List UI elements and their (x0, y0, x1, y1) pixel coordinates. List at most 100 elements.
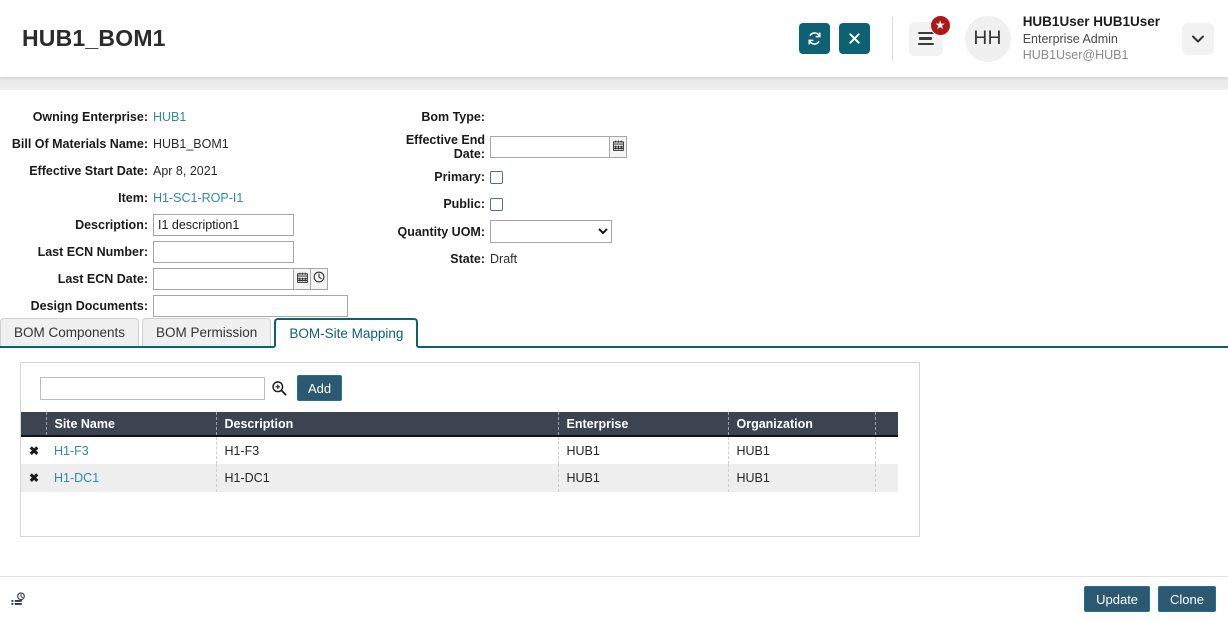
calendar-icon-button[interactable] (610, 136, 627, 158)
row-delete-cell[interactable]: ✖ (21, 464, 46, 492)
cell-enterprise: HUB1 (558, 436, 729, 464)
item-link[interactable]: H1-SC1-ROP-I1 (153, 191, 243, 205)
col-organization[interactable]: Organization (728, 412, 876, 437)
close-icon (848, 32, 861, 45)
form-column-left: Owning Enterprise: HUB1 Bill Of Material… (0, 106, 370, 336)
field-item: Item: H1-SC1-ROP-I1 (0, 187, 370, 209)
field-bom-name: Bill Of Materials Name: HUB1_BOM1 (0, 133, 370, 155)
col-enterprise[interactable]: Enterprise (558, 412, 729, 437)
state-value: Draft (490, 252, 518, 266)
cell-spacer (875, 464, 898, 492)
refresh-button[interactable] (798, 23, 830, 54)
footer-bar: Update Clone (0, 576, 1228, 621)
user-email: HUB1User@HUB1 (1022, 48, 1129, 63)
field-label: Effective End Date: (405, 133, 485, 161)
header-divider (891, 16, 893, 61)
field-label: Last ECN Date: (57, 272, 148, 286)
user-info: HUB1User HUB1User Enterprise Admin HUB1U… (1023, 13, 1160, 64)
field-effective-end-date: Effective End Date: (380, 133, 710, 161)
row-delete-cell[interactable]: ✖ (21, 436, 46, 464)
cell-description: H1-DC1 (216, 464, 559, 492)
col-spacer (875, 412, 898, 437)
table-header-row: Site Name Description Enterprise Organiz… (21, 412, 898, 437)
field-label: Bom Type: (421, 110, 485, 124)
cell-site-name: H1-F3 (46, 436, 217, 464)
last-ecn-number-input[interactable] (153, 241, 294, 263)
bom-name-value: HUB1_BOM1 (153, 137, 229, 151)
user-role: Enterprise Admin (1022, 31, 1118, 46)
avatar: HH (964, 15, 1011, 62)
application-window: HUB1_BOM1 ★ HH HUB1User HUB1User Enterpr… (0, 0, 1228, 621)
menu-wrapper: ★ (908, 14, 951, 56)
field-label: Owning Enterprise: (32, 110, 148, 124)
calendar-icon (612, 138, 624, 156)
footer-actions: Update Clone (1084, 586, 1216, 612)
effective-end-date-input[interactable] (490, 136, 610, 158)
field-effective-start-date: Effective Start Date: Apr 8, 2021 (0, 160, 370, 182)
update-button[interactable]: Update (1084, 586, 1151, 612)
field-label: Bill Of Materials Name: (11, 137, 148, 151)
clone-button[interactable]: Clone (1158, 586, 1216, 612)
description-input[interactable] (153, 214, 294, 236)
field-label: Primary: (434, 170, 485, 184)
field-last-ecn-number: Last ECN Number: (0, 241, 370, 263)
col-delete (21, 412, 47, 437)
field-state: State: Draft (380, 248, 710, 270)
cell-organization: HUB1 (728, 436, 876, 464)
add-button[interactable]: Add (297, 375, 343, 401)
quantity-uom-select[interactable] (490, 220, 612, 243)
delete-x-icon[interactable]: ✖ (29, 471, 39, 485)
history-log-icon[interactable] (10, 591, 27, 608)
field-label: Description: (75, 218, 148, 232)
clock-icon (313, 270, 325, 288)
col-description[interactable]: Description (216, 412, 559, 437)
field-primary: Primary: (380, 166, 710, 188)
field-label: State: (450, 252, 485, 266)
clock-icon-button[interactable] (311, 268, 328, 290)
design-documents-input[interactable] (153, 295, 348, 317)
table-row: ✖ H1-F3 H1-F3 HUB1 HUB1 (21, 436, 898, 464)
cell-spacer (875, 436, 898, 464)
field-owning-enterprise: Owning Enterprise: HUB1 (0, 106, 370, 128)
tab-bom-permission[interactable]: BOM Permission (142, 318, 272, 346)
calendar-icon-button[interactable] (294, 268, 311, 290)
field-label: Public: (443, 197, 485, 211)
field-quantity-uom: Quantity UOM: (380, 220, 710, 243)
cell-site-name: H1-DC1 (46, 464, 217, 492)
tab-bom-components[interactable]: BOM Components (0, 318, 140, 346)
field-description: Description: (0, 214, 370, 236)
cell-description: H1-F3 (216, 436, 559, 464)
field-label: Effective Start Date: (29, 164, 148, 178)
last-ecn-date-input[interactable] (153, 268, 294, 290)
site-name-link[interactable]: H1-F3 (54, 444, 89, 458)
effective-start-date-value: Apr 8, 2021 (153, 164, 218, 178)
star-badge-icon: ★ (929, 14, 951, 36)
tab-bar: BOM Components BOM Permission BOM-Site M… (0, 318, 1228, 348)
search-input[interactable] (40, 376, 265, 400)
public-checkbox[interactable] (490, 197, 503, 211)
col-site-name[interactable]: Site Name (46, 412, 217, 437)
content-card: Owning Enterprise: HUB1 Bill Of Material… (0, 90, 1228, 576)
primary-checkbox[interactable] (490, 170, 503, 184)
user-menu-button[interactable] (1182, 22, 1214, 55)
field-label: Last ECN Number: (37, 245, 148, 259)
owning-enterprise-link[interactable]: HUB1 (153, 110, 186, 124)
field-bom-type: Bom Type: (380, 106, 710, 128)
close-button[interactable] (838, 23, 870, 54)
cell-organization: HUB1 (728, 464, 876, 492)
field-label: Item: (118, 191, 148, 205)
header-actions: ★ HH HUB1User HUB1User Enterprise Admin … (790, 0, 1228, 77)
calendar-icon (296, 270, 308, 288)
site-mapping-table: Site Name Description Enterprise Organiz… (21, 412, 898, 492)
site-name-link[interactable]: H1-DC1 (54, 471, 99, 485)
tab-bom-site-mapping[interactable]: BOM-Site Mapping (274, 318, 419, 348)
field-last-ecn-date: Last ECN Date: (0, 268, 370, 290)
search-row: Add (21, 363, 919, 401)
magnifier-plus-icon[interactable] (271, 380, 287, 396)
cell-enterprise: HUB1 (558, 464, 729, 492)
page-title: HUB1_BOM1 (22, 25, 166, 51)
app-header: HUB1_BOM1 ★ HH HUB1User HUB1User Enterpr… (0, 0, 1228, 77)
refresh-icon (807, 31, 822, 46)
bom-site-mapping-panel: Add Site Name Description Enterprise Org… (20, 362, 920, 537)
delete-x-icon[interactable]: ✖ (29, 444, 39, 458)
